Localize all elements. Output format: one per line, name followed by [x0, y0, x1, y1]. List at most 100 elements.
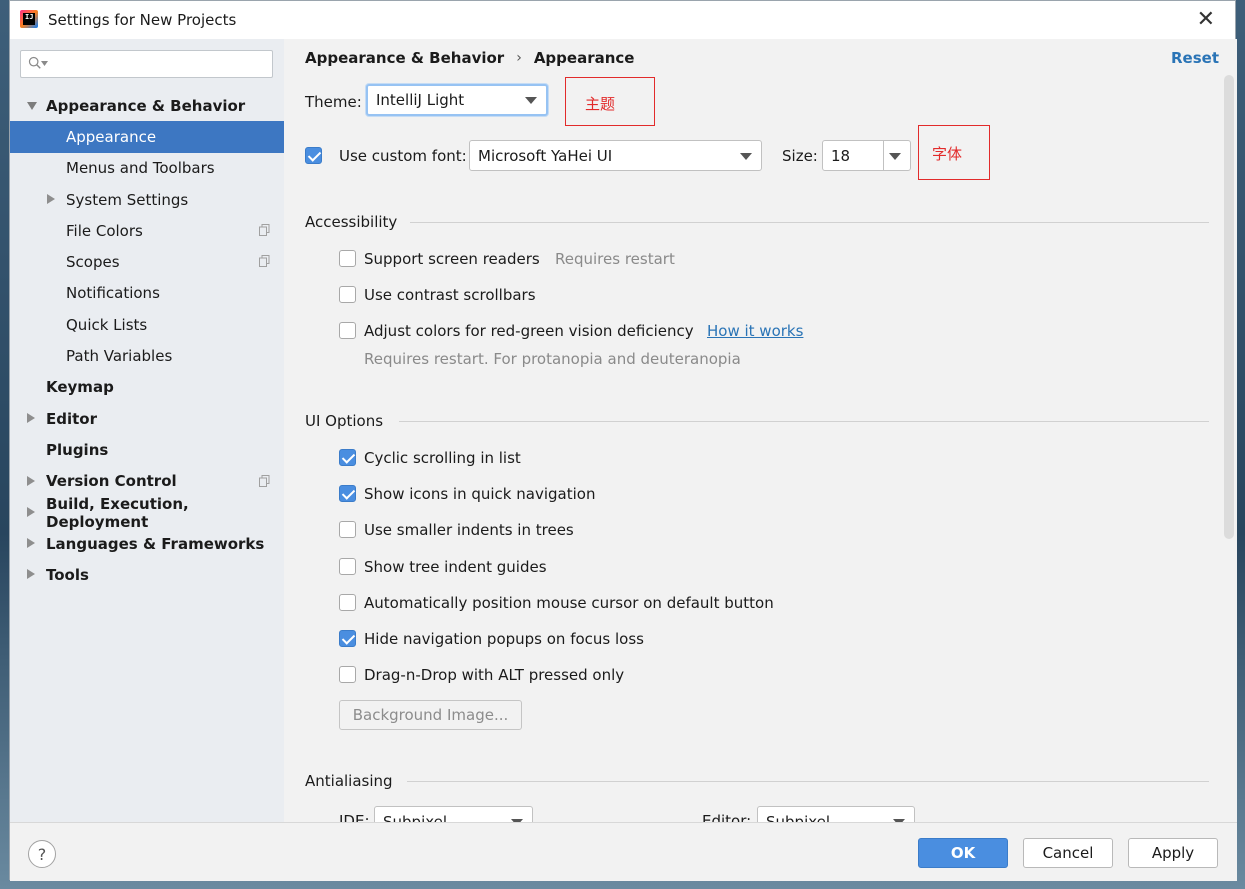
chevron-down-icon[interactable] — [889, 152, 901, 160]
custom-font-dropdown[interactable]: Microsoft YaHei UI — [469, 140, 762, 171]
ui-option-label: Hide navigation popups on focus loss — [364, 630, 644, 648]
sidebar-item-scopes[interactable]: Scopes — [10, 246, 284, 277]
sidebar-item-label: Version Control — [46, 472, 177, 491]
breadcrumb-current: Appearance — [533, 49, 635, 67]
antialiasing-section-title: Antialiasing — [305, 772, 393, 790]
ui-option-checkbox[interactable] — [339, 521, 356, 538]
expand-right-arrow-icon[interactable] — [27, 569, 35, 580]
ui-option-checkbox[interactable] — [339, 558, 356, 575]
expand-right-arrow-icon[interactable] — [27, 412, 35, 423]
ui-options-section-title: UI Options — [305, 412, 384, 430]
font-size-value: 18 — [831, 146, 851, 165]
use-custom-font-checkbox[interactable] — [305, 147, 322, 164]
ui-options-divider — [399, 421, 1209, 422]
dialog-footer: ? OK Cancel Apply — [10, 822, 1237, 881]
sidebar-item-appearance[interactable]: Appearance — [10, 121, 284, 153]
sidebar-item-tools[interactable]: Tools — [10, 559, 284, 590]
ui-option-label: Show icons in quick navigation — [364, 485, 596, 503]
expand-right-arrow-icon[interactable] — [47, 193, 55, 204]
ui-option-checkbox[interactable] — [339, 630, 356, 647]
contrast-scrollbars-checkbox[interactable] — [339, 286, 356, 303]
settings-dialog: IJ Settings for New Projects ✕ Appearanc… — [9, 0, 1237, 881]
ok-button[interactable]: OK — [918, 838, 1008, 868]
sidebar-item-file-colors[interactable]: File Colors — [10, 215, 284, 246]
editor-antialiasing-value: Subpixel — [766, 812, 831, 823]
font-annotation-text: 字体 — [932, 145, 963, 163]
sidebar-item-editor[interactable]: Editor — [10, 403, 284, 434]
sidebar-item-system-settings[interactable]: System Settings — [10, 184, 284, 215]
theme-label: Theme: — [305, 93, 362, 111]
copy-settings-icon — [259, 255, 270, 268]
expand-right-arrow-icon[interactable] — [27, 506, 35, 517]
settings-tree: Appearance & Behavior Appearance Menus and… — [10, 90, 284, 591]
custom-font-dropdown-value: Microsoft YaHei UI — [478, 146, 613, 165]
apply-button[interactable]: Apply — [1128, 838, 1218, 868]
editor-antialiasing-dropdown[interactable]: Subpixel — [757, 806, 915, 822]
search-icon — [28, 56, 41, 69]
ui-option-checkbox[interactable] — [339, 449, 356, 466]
settings-sidebar: Appearance & Behavior Appearance Menus and… — [10, 39, 284, 822]
font-size-label: Size: — [782, 147, 818, 165]
content-scrollbar[interactable] — [1224, 75, 1234, 539]
font-size-combo[interactable]: 18 — [822, 140, 911, 171]
sidebar-item-label: Languages & Frameworks — [46, 534, 265, 553]
theme-annotation-text: 主题 — [585, 95, 616, 113]
sidebar-item-label: Keymap — [46, 378, 114, 397]
breadcrumb: Appearance & Behavior › Appearance — [305, 49, 634, 67]
accessibility-section-title: Accessibility — [305, 213, 398, 231]
ui-option-checkbox[interactable] — [339, 485, 356, 502]
copy-settings-icon — [259, 224, 270, 237]
support-screen-readers-label: Support screen readers — [364, 250, 540, 268]
chevron-down-icon — [525, 97, 537, 104]
ui-option-label: Drag-n-Drop with ALT pressed only — [364, 666, 625, 684]
color-deficiency-hint: Requires restart. For protanopia and deu… — [364, 350, 741, 368]
search-options-caret-icon[interactable] — [41, 61, 48, 66]
ide-antialiasing-dropdown[interactable]: Subpixel — [374, 806, 533, 822]
cancel-button[interactable]: Cancel — [1023, 838, 1113, 868]
close-icon[interactable]: ✕ — [1197, 7, 1215, 32]
ui-option-label: Use smaller indents in trees — [364, 521, 574, 539]
sidebar-item-label: Appearance — [66, 127, 157, 146]
color-deficiency-checkbox[interactable] — [339, 322, 356, 339]
how-it-works-link[interactable]: How it works — [707, 322, 803, 340]
sidebar-item-appearance-behavior[interactable]: Appearance & Behavior — [10, 90, 284, 121]
background-image-button[interactable]: Background Image... — [339, 700, 522, 730]
sidebar-item-label: Build, Execution, Deployment — [46, 494, 189, 531]
sidebar-item-menus-and-toolbars[interactable]: Menus and Toolbars — [10, 153, 284, 184]
sidebar-item-label: Appearance & Behavior — [46, 96, 246, 115]
sidebar-item-keymap[interactable]: Keymap — [10, 372, 284, 403]
reset-link[interactable]: Reset — [1171, 49, 1219, 67]
support-screen-readers-checkbox[interactable] — [339, 250, 356, 267]
chevron-down-icon — [740, 152, 752, 160]
contrast-scrollbars-label: Use contrast scrollbars — [364, 286, 536, 304]
sidebar-item-build-execution-deployment[interactable]: Build, Execution, Deployment — [10, 494, 284, 531]
copy-settings-icon — [259, 474, 270, 487]
sidebar-item-languages-frameworks[interactable]: Languages & Frameworks — [10, 528, 284, 559]
antialiasing-divider — [407, 781, 1209, 782]
sidebar-item-label: Scopes — [66, 253, 120, 272]
ui-option-label: Show tree indent guides — [364, 558, 547, 576]
help-button[interactable]: ? — [28, 840, 56, 868]
sidebar-item-quick-lists[interactable]: Quick Lists — [10, 309, 284, 340]
sidebar-item-notifications[interactable]: Notifications — [10, 278, 284, 309]
sidebar-item-label: Editor — [46, 409, 97, 428]
settings-search-box[interactable] — [20, 50, 273, 78]
requires-restart-hint: Requires restart — [555, 250, 675, 268]
window-title: Settings for New Projects — [48, 11, 237, 29]
sidebar-item-path-variables[interactable]: Path Variables — [10, 340, 284, 371]
appearance-settings-panel: Appearance & Behavior › Appearance Reset… — [284, 39, 1237, 822]
sidebar-item-plugins[interactable]: Plugins — [10, 434, 284, 465]
ide-antialiasing-label: IDE: — [339, 812, 370, 822]
font-size-combo-divider — [883, 141, 884, 170]
sidebar-item-version-control[interactable]: Version Control — [10, 466, 284, 497]
settings-search-input[interactable] — [51, 54, 266, 74]
theme-dropdown[interactable]: IntelliJ Light — [366, 84, 548, 116]
expand-down-arrow-icon[interactable] — [27, 102, 37, 110]
intellij-app-icon: IJ — [20, 10, 38, 28]
ui-option-checkbox[interactable] — [339, 666, 356, 683]
breadcrumb-parent: Appearance & Behavior — [305, 49, 505, 67]
sidebar-item-label: System Settings — [66, 190, 189, 209]
expand-right-arrow-icon[interactable] — [27, 538, 35, 549]
expand-right-arrow-icon[interactable] — [27, 475, 35, 486]
ui-option-checkbox[interactable] — [339, 594, 356, 611]
